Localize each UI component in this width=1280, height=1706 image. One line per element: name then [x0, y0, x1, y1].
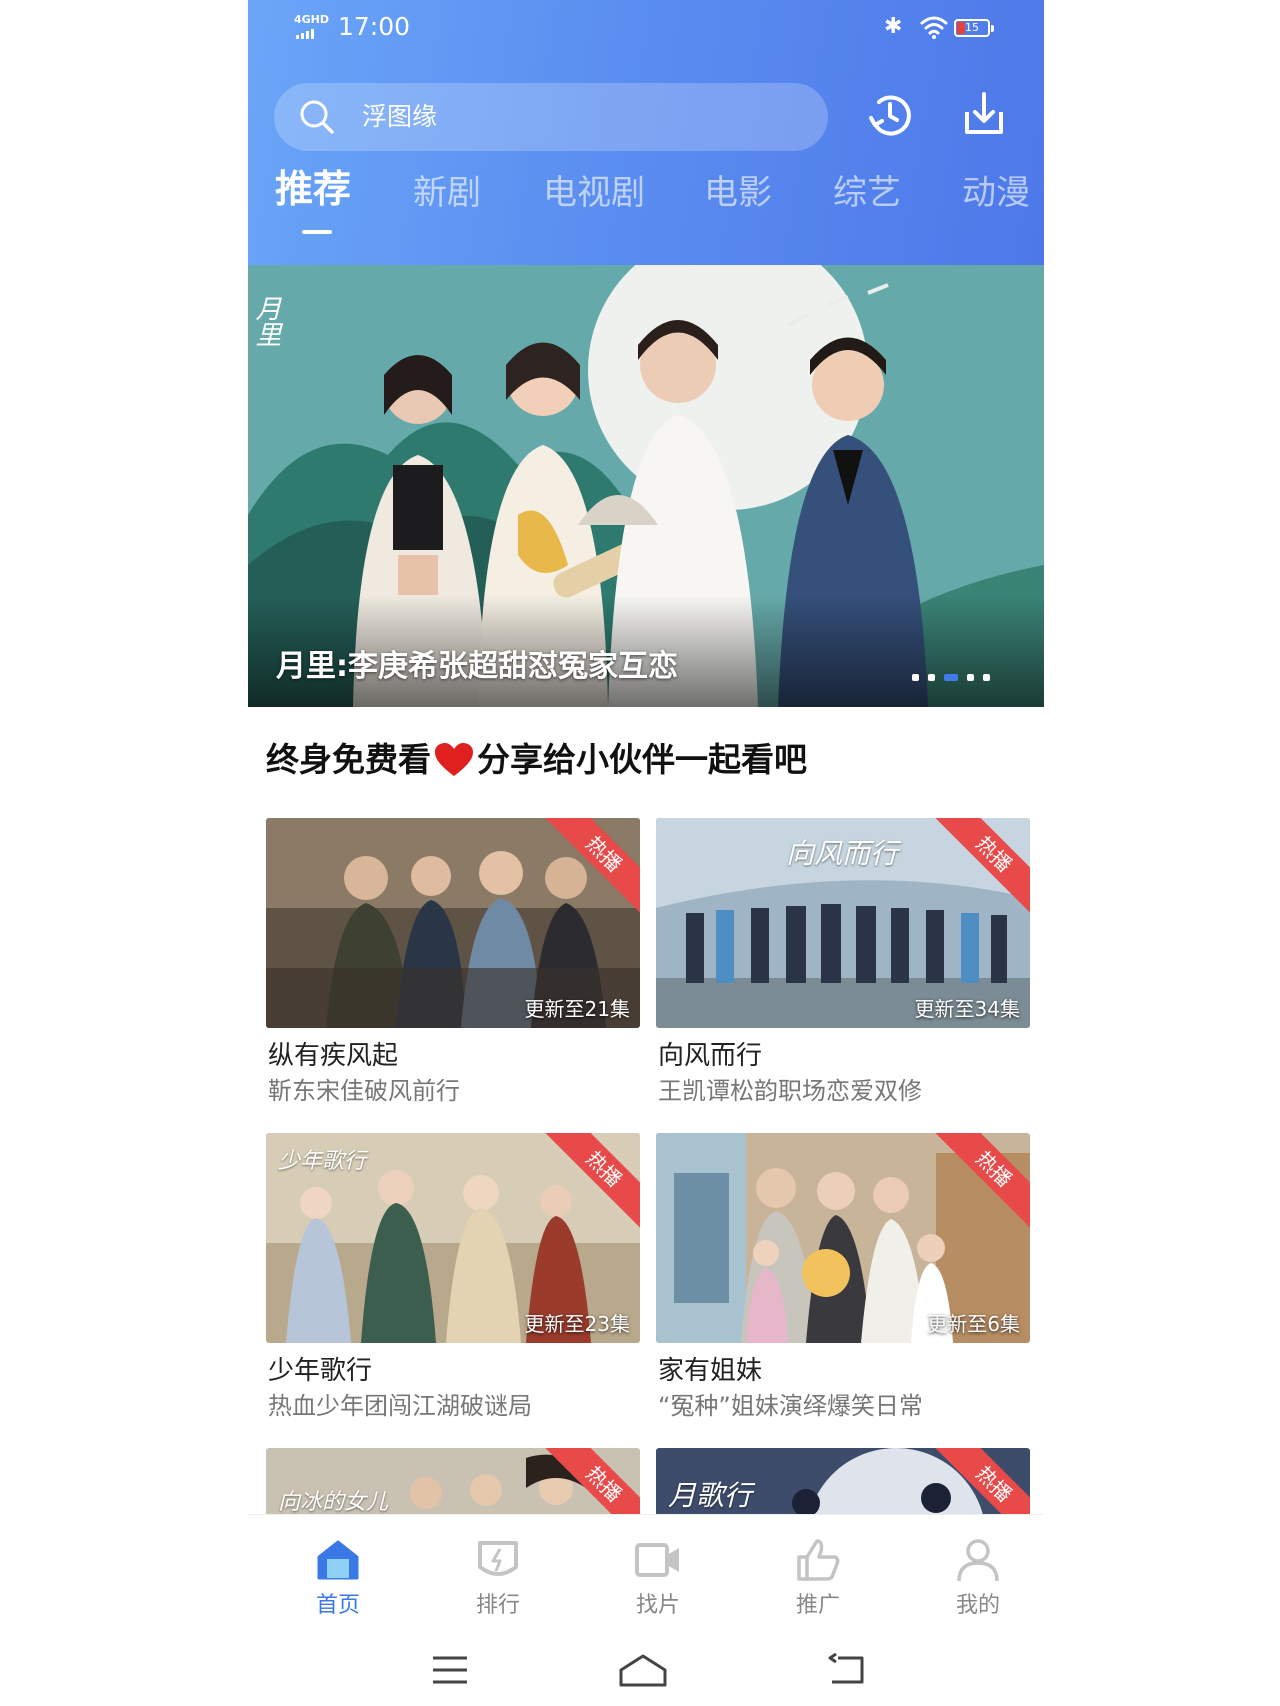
carousel-dot[interactable]: [912, 674, 919, 681]
app-screen: 4GHD 17:00 ✱ 15 浮图缘 推荐 新剧 电视剧 电影 综艺 动漫 月…: [248, 0, 1044, 1706]
video-subtitle: 靳东宋佳破风前行: [268, 1077, 460, 1105]
download-icon[interactable]: [959, 90, 1009, 140]
video-poster: 少年歌行 热播 更新至23集: [266, 1133, 640, 1343]
poster-title: 少年歌行: [278, 1149, 367, 1174]
network-type: 4GHD: [294, 13, 330, 26]
nav-label: 首页: [315, 1593, 360, 1618]
nav-label: 找片: [635, 1593, 680, 1618]
tab-tv-series[interactable]: 电视剧: [543, 170, 645, 216]
video-title: 向风而行: [658, 1041, 763, 1071]
section-title: 终身免费看 分享给小伙伴一起看吧: [266, 736, 807, 784]
nav-label: 排行: [475, 1593, 520, 1618]
home-icon: [317, 1540, 359, 1580]
nav-home[interactable]: 首页: [278, 1515, 398, 1635]
battery-level: 15: [965, 21, 979, 34]
tab-variety[interactable]: 综艺: [833, 170, 901, 216]
ranking-icon: [478, 1541, 518, 1576]
header: 4GHD 17:00 ✱ 15 浮图缘 推荐 新剧 电视剧 电影 综艺 动漫: [248, 0, 1044, 265]
poster-title: 向风而行: [786, 837, 899, 870]
section-title-text: 终身免费看: [266, 740, 431, 779]
search-bar[interactable]: 浮图缘: [274, 83, 828, 151]
video-poster: 向风而行 热播 更新至34集: [656, 818, 1030, 1028]
episode-status: 更新至6集: [927, 1312, 1020, 1336]
nav-mine[interactable]: 我的: [918, 1515, 1038, 1635]
video-subtitle: 王凯谭松韵职场恋爱双修: [658, 1077, 922, 1105]
signal-icon: [296, 29, 314, 39]
home-button-icon[interactable]: [618, 1652, 668, 1688]
carousel-dot[interactable]: [967, 674, 974, 681]
hero-banner[interactable]: 月里 月里:李庚希张超甜怼冤家互恋: [248, 265, 1044, 707]
tab-new-drama[interactable]: 新剧: [413, 170, 481, 216]
episode-status: 更新至34集: [914, 997, 1020, 1021]
banner-title: 月里:李庚希张超甜怼冤家互恋: [276, 649, 678, 684]
banner-image: 月里: [248, 265, 1044, 707]
back-icon[interactable]: [826, 1652, 866, 1688]
search-placeholder: 浮图缘: [362, 102, 438, 131]
video-card[interactable]: 向风而行 热播 更新至34集 向风而行 王凯谭松韵职场恋爱双修: [656, 818, 1030, 1105]
episode-status: 更新至23集: [524, 1312, 630, 1336]
thumbs-up-icon: [797, 1539, 840, 1581]
user-icon: [957, 1539, 999, 1582]
poster-title: 月歌行: [668, 1479, 753, 1512]
tab-anime[interactable]: 动漫: [962, 170, 1030, 216]
svg-text:月里: 月里: [251, 295, 281, 347]
heart-icon: [435, 743, 473, 776]
tab-recommend[interactable]: 推荐: [275, 166, 351, 212]
video-card[interactable]: 少年歌行 热播 更新至23集 少年歌行 热血少年团闯江湖破谜局: [266, 1133, 640, 1420]
history-icon[interactable]: [865, 90, 915, 140]
search-icon: [300, 100, 334, 134]
nav-ranking[interactable]: 排行: [438, 1515, 558, 1635]
video-card[interactable]: 热播 更新至21集 纵有疾风起 靳东宋佳破风前行: [266, 818, 640, 1105]
battery-icon: 15: [954, 19, 994, 37]
nav-promote[interactable]: 推广: [758, 1515, 878, 1635]
nav-label: 我的: [955, 1593, 1000, 1618]
video-poster: 热播 更新至6集: [656, 1133, 1030, 1343]
video-title: 纵有疾风起: [268, 1041, 399, 1071]
status-bar: 4GHD 17:00 ✱ 15: [248, 0, 1044, 58]
tab-movie[interactable]: 电影: [704, 170, 772, 216]
clock: 17:00: [338, 12, 411, 41]
carousel-dot[interactable]: [983, 674, 990, 681]
section-title-share: 分享给小伙伴一起看吧: [477, 740, 807, 779]
video-title: 家有姐妹: [658, 1356, 763, 1386]
video-title: 少年歌行: [268, 1356, 373, 1386]
video-poster: 热播 更新至21集: [266, 818, 640, 1028]
carousel-dot[interactable]: [928, 674, 935, 681]
poster-title: 向冰的女儿: [278, 1490, 389, 1515]
nav-find[interactable]: 找片: [598, 1515, 718, 1635]
video-subtitle: 热血少年团闯江湖破谜局: [268, 1392, 532, 1420]
video-camera-icon: [635, 1543, 679, 1577]
carousel-dot-active[interactable]: [944, 674, 958, 681]
system-nav-bar: [248, 1634, 1044, 1706]
active-tab-indicator: [302, 230, 332, 234]
nav-label: 推广: [795, 1593, 840, 1618]
menu-icon[interactable]: [430, 1652, 470, 1688]
bluetooth-icon: ✱: [884, 14, 903, 39]
video-subtitle: “冤种”姐妹演绎爆笑日常: [658, 1392, 923, 1420]
episode-status: 更新至21集: [524, 997, 630, 1021]
bottom-nav: 首页 排行 找片 推广 我的: [248, 1514, 1044, 1635]
video-card[interactable]: 热播 更新至6集 家有姐妹 “冤种”姐妹演绎爆笑日常: [656, 1133, 1030, 1420]
wifi-icon: [920, 16, 948, 39]
category-tabs: 推荐 新剧 电视剧 电影 综艺 动漫: [248, 167, 1044, 240]
